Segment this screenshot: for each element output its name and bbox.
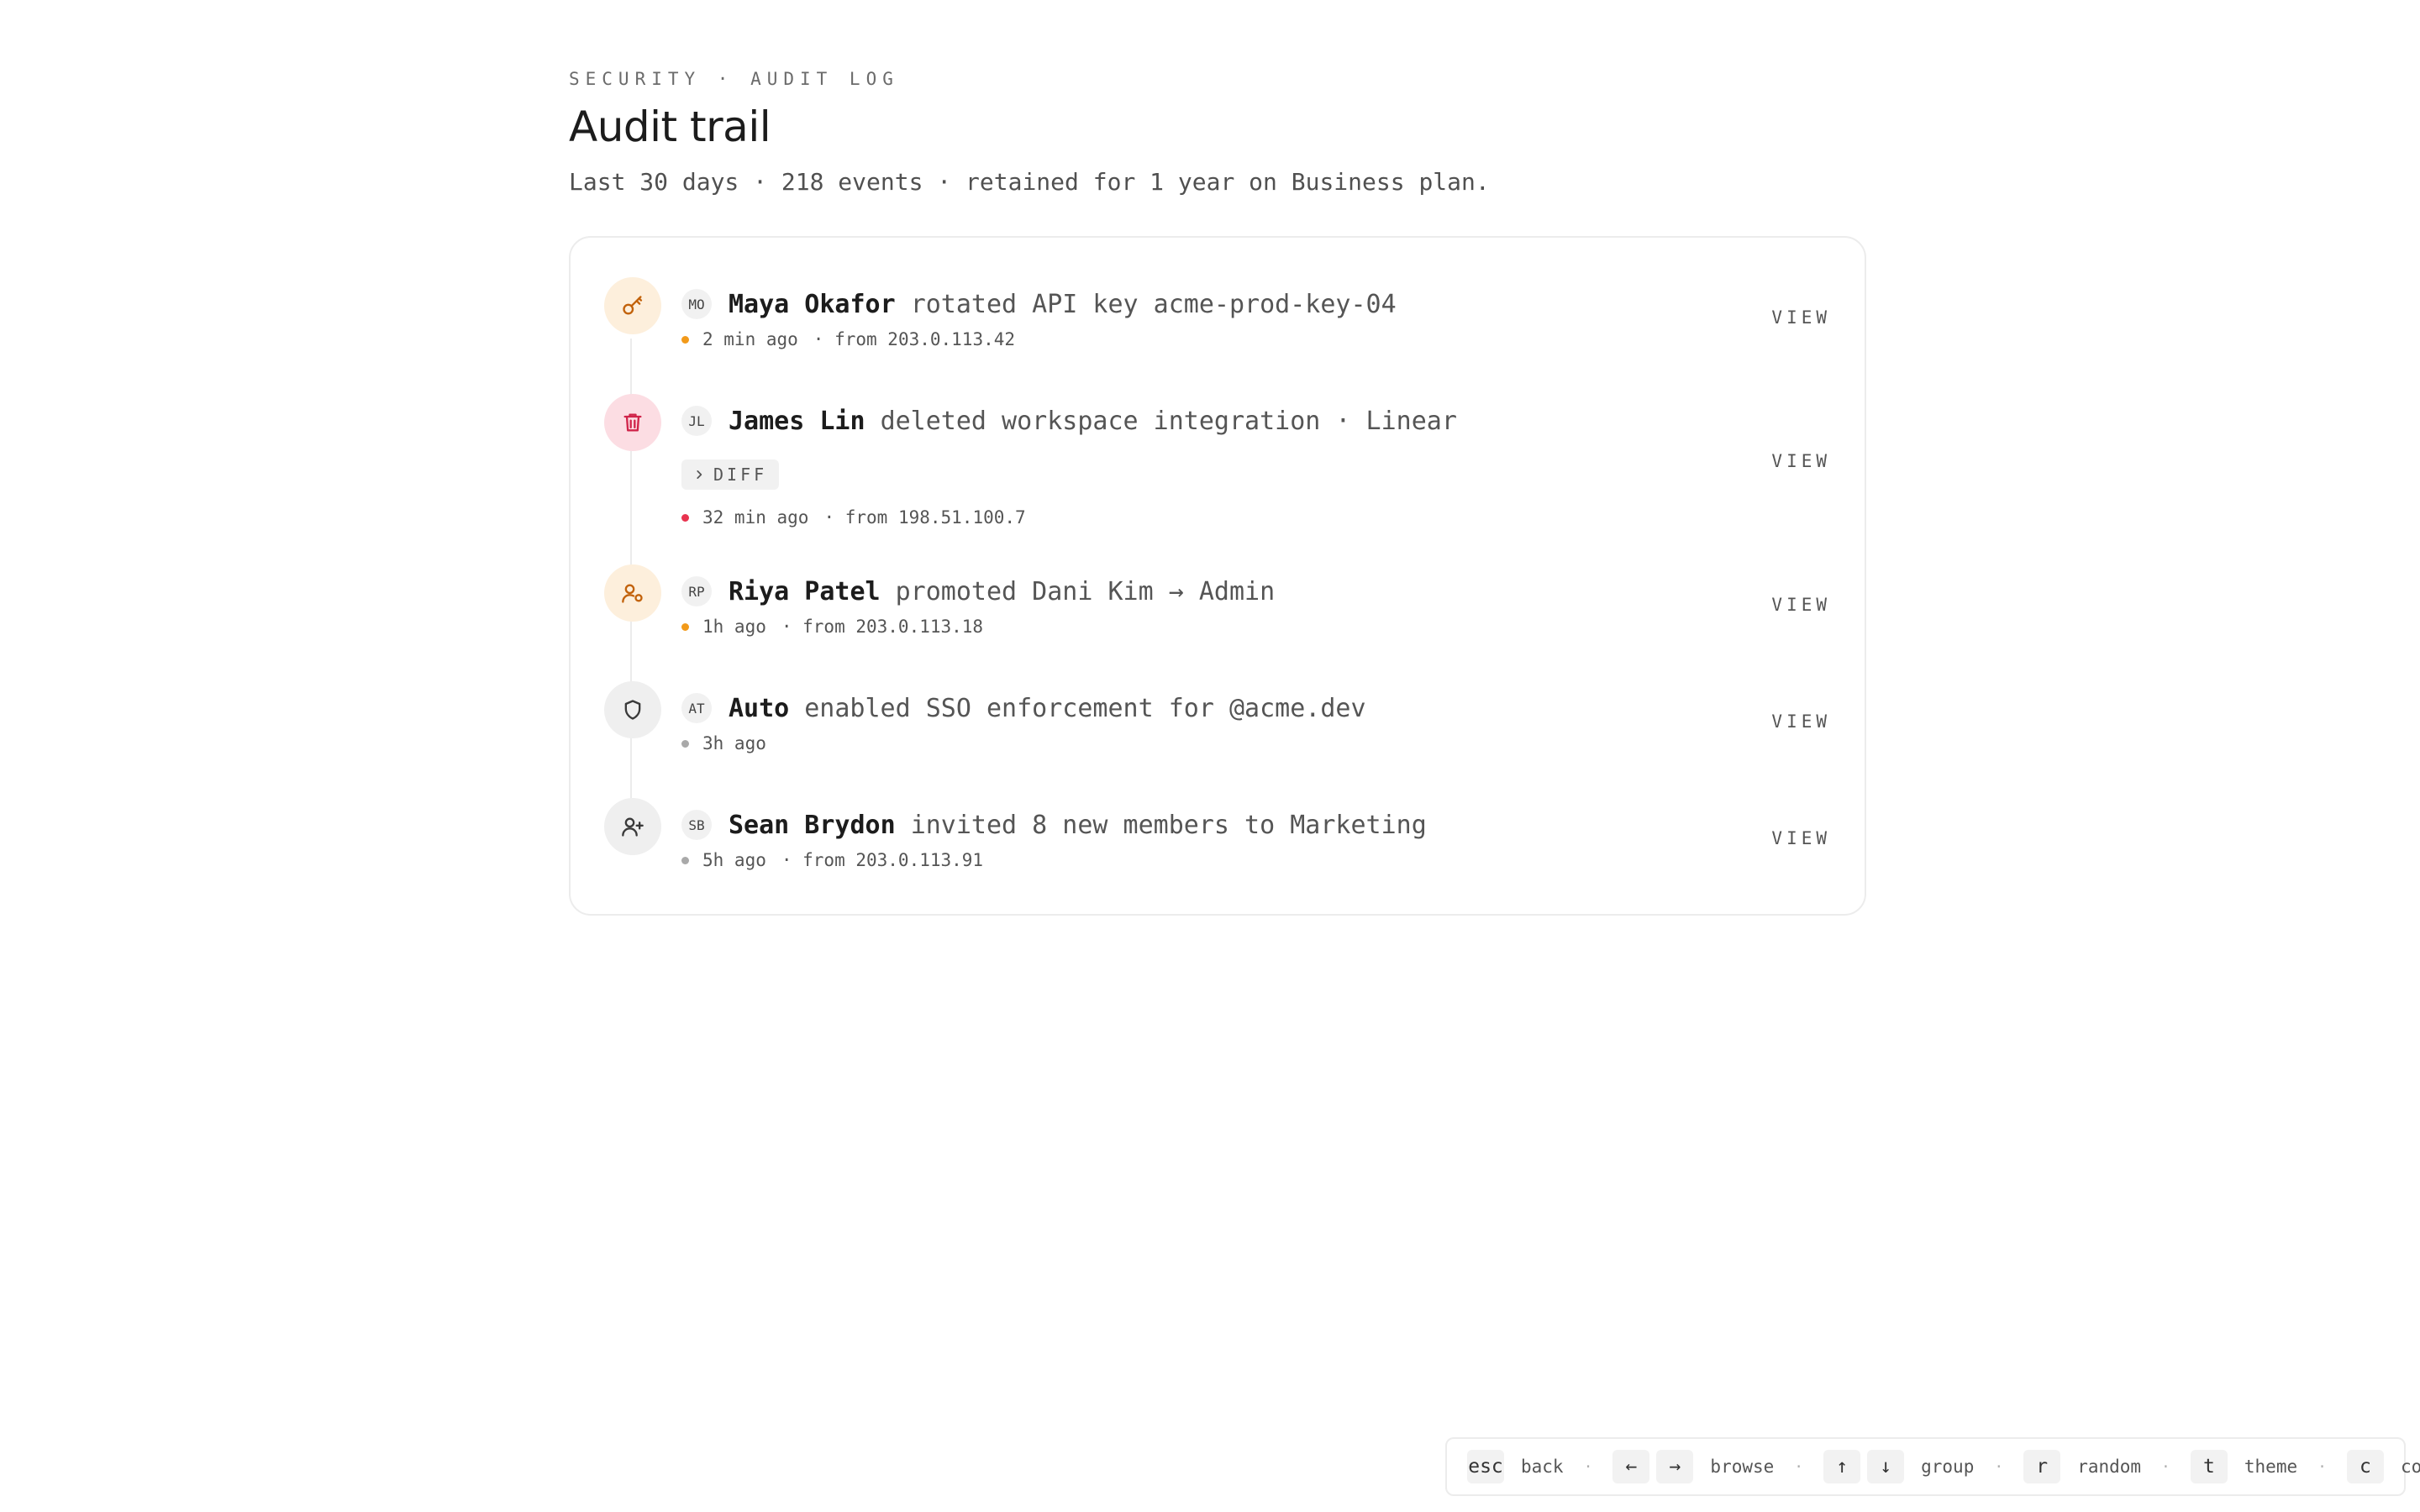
user-role-icon <box>604 564 661 622</box>
arrow-left-icon[interactable]: ← <box>1612 1450 1650 1483</box>
browse-label: browse <box>1710 1457 1775 1477</box>
diff-label: DIFF <box>713 465 768 485</box>
random-label: random <box>2077 1457 2142 1477</box>
avatar: SB <box>681 810 712 840</box>
event-summary: MO Maya Okafor rotated API key acme-prod… <box>681 289 1397 319</box>
event-summary: SB Sean Brydon invited 8 new members to … <box>681 810 1427 840</box>
avatar: AT <box>681 693 712 723</box>
event-action: invited 8 new members to Marketing <box>910 810 1427 840</box>
page-header: SECURITY · AUDIT LOG Audit trail Last 30… <box>569 69 1866 196</box>
arrow-down-icon[interactable]: ↓ <box>1867 1450 1905 1483</box>
avatar: JL <box>681 406 712 436</box>
user-plus-icon <box>604 798 661 855</box>
arrow-up-icon[interactable]: ↑ <box>1823 1450 1861 1483</box>
event-time: 5h ago <box>702 850 766 870</box>
event-meta: 1h ago · from 203.0.113.18 <box>681 617 983 637</box>
event-time: 3h ago <box>702 733 766 753</box>
avatar: RP <box>681 576 712 606</box>
breadcrumb: SECURITY · AUDIT LOG <box>569 69 899 89</box>
event-summary: RP Riya Patel promoted Dani Kim → Admin <box>681 576 1275 606</box>
page-title: Audit trail <box>569 102 771 151</box>
event-meta: 2 min ago · from 203.0.113.42 <box>681 329 1015 349</box>
view-button[interactable]: VIEW <box>1771 595 1831 615</box>
audit-event: AT Auto enabled SSO enforcement for @acm… <box>571 681 1865 765</box>
arrow-right-icon[interactable]: → <box>1656 1450 1694 1483</box>
theme-label: theme <box>2244 1457 2298 1477</box>
chevron-right-icon <box>693 465 705 485</box>
event-summary: JL James Lin deleted workspace integrati… <box>681 406 1457 436</box>
event-time: 2 min ago <box>702 329 798 349</box>
separator: · <box>1794 1457 1804 1476</box>
severity-dot <box>681 739 689 748</box>
view-button[interactable]: VIEW <box>1771 307 1831 328</box>
event-source: · from 198.51.100.7 <box>823 507 1026 528</box>
event-meta: 5h ago · from 203.0.113.91 <box>681 850 983 870</box>
event-meta: 3h ago <box>681 733 766 753</box>
severity-dot <box>681 622 689 631</box>
audit-event: MO Maya Okafor rotated API key acme-prod… <box>571 277 1865 361</box>
event-meta: 32 min ago · from 198.51.100.7 <box>681 507 1026 528</box>
event-source: · from 203.0.113.18 <box>781 617 984 637</box>
diff-toggle[interactable]: DIFF <box>681 459 780 490</box>
event-actor[interactable]: Sean Brydon <box>729 811 896 840</box>
audit-event: JL James Lin deleted workspace integrati… <box>571 394 1865 537</box>
key-icon <box>604 277 661 334</box>
view-button[interactable]: VIEW <box>1771 711 1831 732</box>
separator: · <box>1994 1457 2004 1476</box>
view-button[interactable]: VIEW <box>1771 828 1831 848</box>
severity-dot <box>681 856 689 864</box>
view-button[interactable]: VIEW <box>1771 451 1831 471</box>
event-actor[interactable]: Maya Okafor <box>729 290 896 319</box>
event-source: · from 203.0.113.42 <box>813 329 1016 349</box>
c-key[interactable]: c <box>2346 1450 2384 1483</box>
event-actor[interactable]: Riya Patel <box>729 577 881 606</box>
audit-event: RP Riya Patel promoted Dani Kim → Admin … <box>571 564 1865 648</box>
trash-icon <box>604 394 661 451</box>
event-source: · from 203.0.113.91 <box>781 850 984 870</box>
avatar: MO <box>681 289 712 319</box>
event-action: enabled SSO enforcement for @acme.dev <box>804 693 1366 723</box>
event-action: promoted Dani Kim → Admin <box>895 576 1276 606</box>
r-key[interactable]: r <box>2023 1450 2061 1483</box>
separator: · <box>2161 1457 2170 1476</box>
event-time: 32 min ago <box>702 507 809 528</box>
event-time: 1h ago <box>702 617 766 637</box>
audit-event: SB Sean Brydon invited 8 new members to … <box>571 798 1865 882</box>
severity-dot <box>681 335 689 344</box>
separator: · <box>2317 1457 2327 1476</box>
audit-log-card: MO Maya Okafor rotated API key acme-prod… <box>569 236 1866 916</box>
event-actor[interactable]: James Lin <box>729 407 865 436</box>
code-label: code <box>2400 1457 2420 1477</box>
group-label: group <box>1921 1457 1975 1477</box>
back-label: back <box>1521 1457 1564 1477</box>
event-actor[interactable]: Auto <box>729 694 789 723</box>
event-summary: AT Auto enabled SSO enforcement for @acm… <box>681 693 1366 723</box>
event-action: deleted workspace integration · Linear <box>880 406 1457 436</box>
keyboard-shortcuts-bar: esc back · ← → browse · ↑ ↓ group · r ra… <box>1445 1437 2420 1496</box>
page-subtitle: Last 30 days · 218 events · retained for… <box>569 168 1490 196</box>
shield-icon <box>604 681 661 738</box>
esc-key[interactable]: esc <box>1467 1450 1504 1483</box>
separator: · <box>1583 1457 1593 1476</box>
t-key[interactable]: t <box>2190 1450 2228 1483</box>
event-action: rotated API key acme-prod-key-04 <box>910 289 1397 319</box>
severity-dot <box>681 513 689 522</box>
